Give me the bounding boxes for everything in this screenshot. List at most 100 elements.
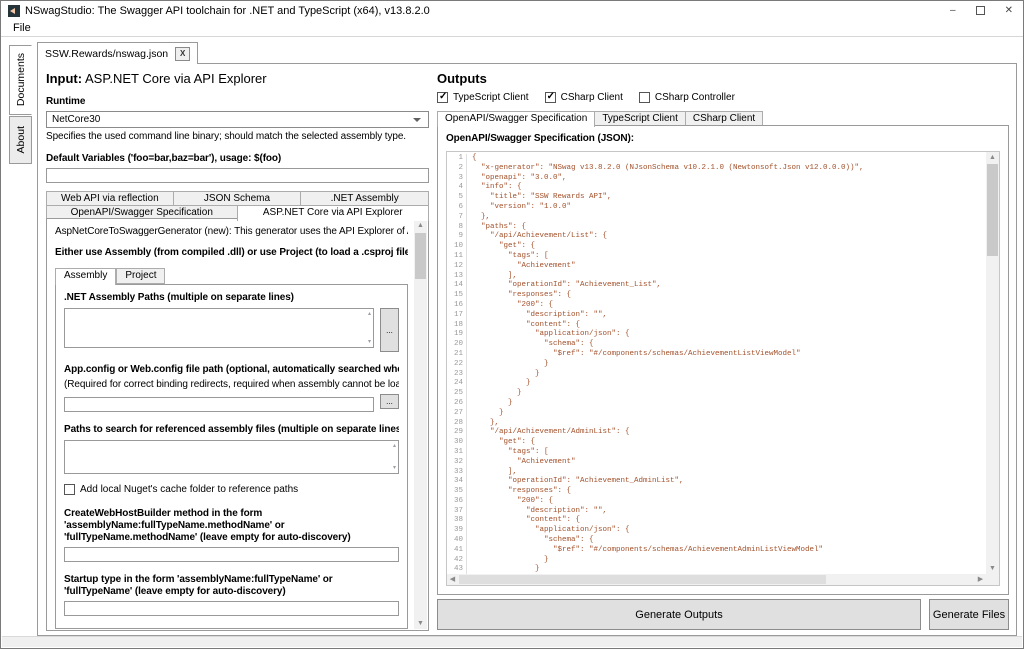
code-line: 16 "200": {	[447, 301, 986, 311]
tab-webapi-reflection[interactable]: Web API via reflection	[46, 191, 174, 206]
scroll-left-icon[interactable]: ◀	[447, 574, 458, 585]
window-resize-strip	[2, 636, 1022, 647]
scroll-down-icon[interactable]: ▼	[986, 563, 999, 574]
code-line: 18 "content": {	[447, 321, 986, 331]
typescript-client-checkbox[interactable]: TypeScript Client	[437, 92, 529, 104]
code-line: 3 "openapi": "3.0.0",	[447, 174, 986, 184]
scroll-up-icon: ▴	[393, 443, 396, 449]
outputs-heading: Outputs	[437, 71, 487, 86]
input-heading-prefix: Input:	[46, 71, 82, 86]
runtime-select[interactable]: NetCore30	[46, 111, 429, 128]
code-line: 24 }	[447, 379, 986, 389]
assembly-paths-textarea[interactable]: ▴ ▾	[64, 308, 374, 348]
either-use-label: Either use Assembly (from compiled .dll)…	[55, 247, 408, 259]
csharp-client-label: CSharp Client	[561, 92, 623, 104]
code-line: 27 }	[447, 409, 986, 419]
output-checkboxes: TypeScript Client CSharp Client CSharp C…	[437, 92, 1009, 104]
code-line: 37 "description": "",	[447, 507, 986, 517]
generator-description: AspNetCoreToSwaggerGenerator (new): This…	[55, 226, 408, 238]
runtime-select-value: NetCore30	[52, 114, 100, 125]
sidebar-tab-documents[interactable]: Documents	[9, 45, 32, 115]
generate-buttons-row: Generate Outputs Generate Files	[437, 599, 1009, 630]
code-horizontal-scrollbar[interactable]: ◀ ▶	[447, 574, 986, 585]
tab-aspnetcore-api-explorer[interactable]: ASP.NET Core via API Explorer	[237, 205, 430, 221]
code-line: 8 "paths": {	[447, 223, 986, 233]
input-section: Input: ASP.NET Core via API Explorer Run…	[46, 64, 429, 634]
code-line: 10 "get": {	[447, 242, 986, 252]
checkbox-icon	[639, 92, 650, 103]
tab-dotnet-assembly[interactable]: .NET Assembly	[300, 191, 429, 206]
app-config-browse-button[interactable]: ...	[380, 394, 399, 409]
app-config-hint: (Required for correct binding redirects,…	[64, 379, 399, 391]
reference-paths-textarea[interactable]: ▴ ▾	[64, 440, 399, 474]
scroll-up-icon[interactable]: ▲	[414, 220, 427, 231]
close-button[interactable]: ✕	[1005, 6, 1013, 16]
code-line: 31 "tags": [	[447, 448, 986, 458]
create-webhostbuilder-label: CreateWebHostBuilder method in the form …	[64, 508, 399, 544]
generator-settings-scrollarea: AspNetCoreToSwaggerGenerator (new): This…	[46, 218, 429, 631]
code-line: 26 }	[447, 399, 986, 409]
code-lines[interactable]: 1{2 "x-generator": "NSwag v13.8.2.0 (NJs…	[447, 152, 986, 574]
tab-json-schema[interactable]: JSON Schema	[173, 191, 302, 206]
code-line: 15 "responses": {	[447, 291, 986, 301]
document-tab[interactable]: SSW.Rewards/nswag.json X	[37, 42, 198, 64]
nuget-cache-checkbox-label: Add local Nuget's cache folder to refere…	[80, 484, 298, 496]
generate-outputs-button[interactable]: Generate Outputs	[437, 599, 921, 630]
code-line: 1{	[447, 154, 986, 164]
startup-type-label: Startup type in the form 'assemblyName:f…	[64, 574, 399, 598]
code-line: 2 "x-generator": "NSwag v13.8.2.0 (NJson…	[447, 164, 986, 174]
default-variables-input[interactable]	[46, 168, 429, 183]
scroll-up-icon[interactable]: ▲	[986, 152, 999, 163]
scroll-down-icon[interactable]: ▼	[414, 618, 427, 629]
sidebar-tab-about[interactable]: About	[9, 116, 32, 164]
document-tab-close-icon[interactable]: X	[175, 47, 190, 61]
code-line: 20 "schema": {	[447, 340, 986, 350]
code-editor: 1{2 "x-generator": "NSwag v13.8.2.0 (NJs…	[446, 151, 1000, 586]
startup-type-input[interactable]	[64, 601, 399, 616]
code-line: 23 }	[447, 370, 986, 380]
scrollbar-thumb[interactable]	[459, 575, 826, 584]
code-line: 6 "version": "1.0.0"	[447, 203, 986, 213]
code-line: 36 "200": {	[447, 497, 986, 507]
input-heading: Input: ASP.NET Core via API Explorer	[46, 71, 429, 86]
tab-assembly[interactable]: Assembly	[55, 268, 116, 285]
code-line: 19 "application/json": {	[447, 330, 986, 340]
maximize-button[interactable]	[976, 6, 985, 15]
scrollbar-thumb[interactable]	[987, 164, 998, 256]
scroll-down-icon: ▾	[368, 339, 371, 345]
code-line: 12 "Achievement"	[447, 262, 986, 272]
csharp-controller-label: CSharp Controller	[655, 92, 735, 104]
app-config-input[interactable]	[64, 397, 374, 412]
code-line: 42 }	[447, 556, 986, 566]
input-scrollbar[interactable]: ▲ ▼	[414, 220, 427, 629]
scrollbar-thumb[interactable]	[415, 233, 426, 279]
minimize-button[interactable]: –	[950, 6, 956, 16]
code-line: 41 "$ref": "#/components/schemas/Achieve…	[447, 546, 986, 556]
csharp-controller-checkbox[interactable]: CSharp Controller	[639, 92, 735, 104]
code-line: 25 }	[447, 389, 986, 399]
default-variables-label: Default Variables ('foo=bar,baz=bar'), u…	[46, 153, 429, 165]
code-line: 30 "get": {	[447, 438, 986, 448]
menu-file[interactable]: File	[9, 22, 35, 34]
tab-project[interactable]: Project	[116, 268, 165, 284]
app-icon	[8, 5, 20, 17]
tab-csharp-client[interactable]: CSharp Client	[685, 111, 763, 126]
code-line: 33 ],	[447, 468, 986, 478]
input-heading-text: ASP.NET Core via API Explorer	[85, 71, 267, 86]
code-line: 38 "content": {	[447, 516, 986, 526]
csharp-client-checkbox[interactable]: CSharp Client	[545, 92, 623, 104]
scroll-right-icon[interactable]: ▶	[975, 574, 986, 585]
tab-openapi-swagger-spec[interactable]: OpenAPI/Swagger Specification	[437, 111, 595, 127]
checkbox-icon	[437, 92, 448, 103]
code-line: 13 ],	[447, 272, 986, 282]
code-line: 5 "title": "SSW Rewards API",	[447, 193, 986, 203]
generate-files-button[interactable]: Generate Files	[929, 599, 1009, 630]
outputs-section: Outputs TypeScript Client CSharp Client …	[437, 64, 1009, 634]
tab-typescript-client[interactable]: TypeScript Client	[594, 111, 686, 126]
create-webhostbuilder-input[interactable]	[64, 547, 399, 562]
assembly-paths-browse-button[interactable]: ...	[380, 308, 399, 352]
code-vertical-scrollbar[interactable]: ▲ ▼	[986, 152, 999, 574]
sidebar-tab-documents-label: Documents	[15, 53, 27, 106]
code-line: 11 "tags": [	[447, 252, 986, 262]
nuget-cache-checkbox[interactable]: Add local Nuget's cache folder to refere…	[64, 484, 399, 496]
